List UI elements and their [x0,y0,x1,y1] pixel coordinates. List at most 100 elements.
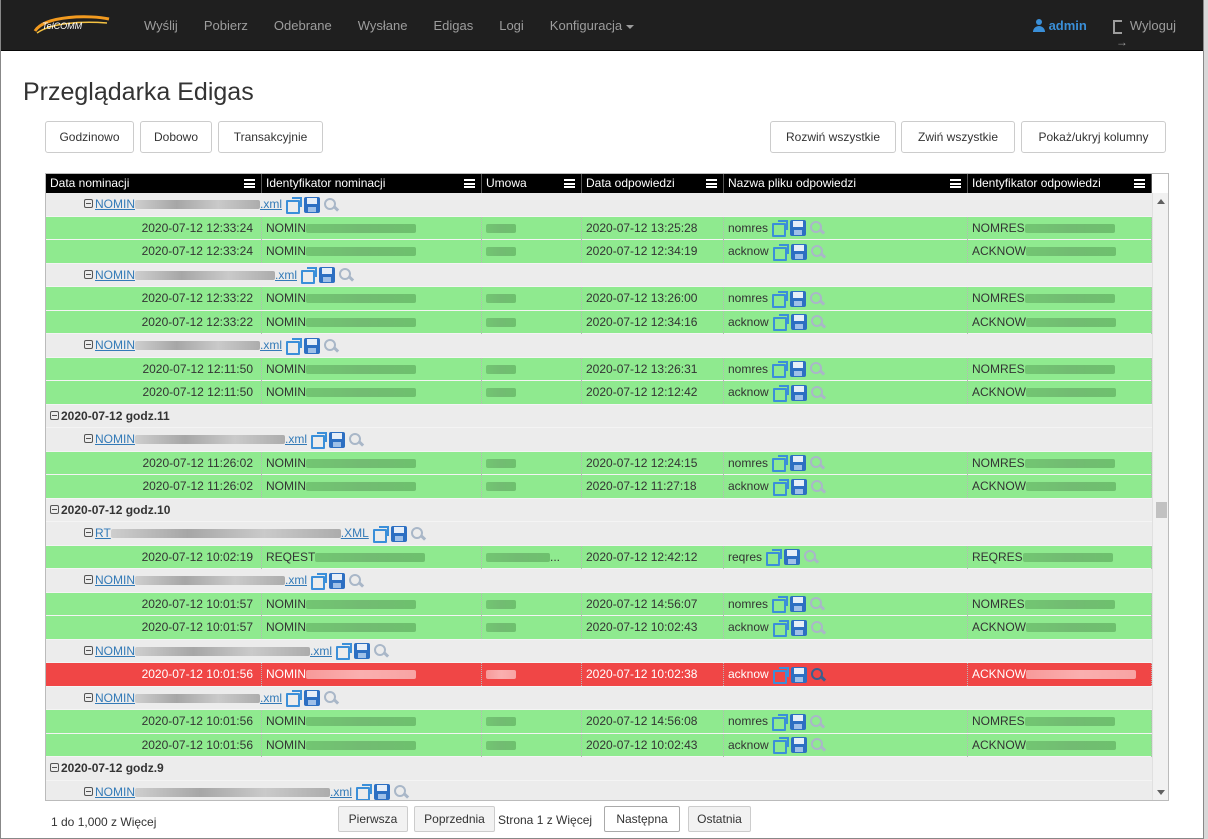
save-icon[interactable] [790,666,807,683]
collapse-icon[interactable] [50,410,59,420]
daily-button[interactable]: Dobowo [140,121,212,153]
external-link-icon[interactable] [335,643,352,661]
group-row[interactable]: 2020-07-12 godz.9 [46,757,1152,781]
menu-icon[interactable] [706,179,717,188]
external-link-icon[interactable] [765,549,783,567]
collapse-icon[interactable] [84,528,93,538]
save-icon[interactable] [304,690,320,707]
external-link-icon[interactable] [771,220,789,238]
nomination-file-link[interactable]: NOMIN .xml [95,691,282,705]
table-row[interactable]: 2020-07-12 10:01:57 NOMIN 2020-07-12 14:56… [46,592,1152,616]
save-icon[interactable] [304,196,320,213]
external-link-icon[interactable] [771,290,789,308]
menu-icon[interactable] [244,179,255,188]
save-icon[interactable] [304,337,320,354]
save-icon[interactable] [790,243,807,260]
save-icon[interactable] [790,290,807,307]
external-link-icon[interactable] [771,361,789,379]
nav-edigas[interactable]: Edigas [420,0,486,51]
collapse-icon[interactable] [84,692,93,702]
external-link-icon[interactable] [772,737,789,755]
external-link-icon[interactable] [772,314,789,332]
save-icon[interactable] [390,525,407,542]
table-row[interactable]: 2020-07-12 10:01:56 NOMIN 2020-07-12 14:56… [46,710,1152,734]
nomination-file-link[interactable]: NOMIN .xml [95,338,282,352]
file-group-row[interactable]: NOMIN .xml [46,639,1152,663]
nomination-file-link[interactable]: RT .XML [95,526,369,540]
next-page-button[interactable]: Następna [604,806,680,832]
search-icon[interactable] [810,667,826,683]
logout-link[interactable]: Wyloguj [1100,0,1189,68]
external-link-icon[interactable] [285,690,302,708]
col-header-nomination-date[interactable]: Data nominacji [46,174,262,193]
file-group-row[interactable]: NOMIN .xml [46,193,1152,217]
external-link-icon[interactable] [771,455,789,473]
table-row[interactable]: 2020-07-12 11:26:02 NOMIN 2020-07-12 12:24… [46,451,1152,475]
external-link-icon[interactable] [310,431,327,449]
external-link-icon[interactable] [772,243,789,261]
external-link-icon[interactable] [300,267,317,285]
save-icon[interactable] [790,361,807,378]
first-page-button[interactable]: Pierwsza [338,806,408,832]
table-row[interactable]: 2020-07-12 10:01:56 NOMIN 2020-07-12 10:02… [46,733,1152,757]
window-scrollbar[interactable] [1204,0,1208,839]
save-icon[interactable] [790,314,807,331]
file-group-row[interactable]: NOMIN .xml [46,569,1152,593]
search-icon[interactable] [809,596,825,612]
last-page-button[interactable]: Ostatnia [688,806,751,832]
collapse-icon[interactable] [84,340,93,350]
scroll-down-icon[interactable] [1157,790,1165,795]
external-link-icon[interactable] [771,713,789,731]
nav-konfiguracja-dropdown[interactable]: Konfiguracja [537,0,647,51]
file-group-row[interactable]: NOMIN .xml [46,780,1152,800]
table-row[interactable]: 2020-07-12 12:33:24 NOMIN 2020-07-12 13:25… [46,216,1152,240]
search-icon[interactable] [323,197,339,213]
save-icon[interactable] [329,572,345,589]
search-icon[interactable] [810,244,826,260]
collapse-all-button[interactable]: Zwiń wszystkie [901,121,1015,153]
external-link-icon[interactable] [772,619,789,637]
table-row[interactable]: 2020-07-12 10:01:57 NOMIN 2020-07-12 10:02… [46,616,1152,640]
search-icon[interactable] [810,479,826,495]
nomination-file-link[interactable]: NOMIN .xml [95,432,307,446]
toggle-columns-button[interactable]: Pokaż/ukryj kolumny [1021,121,1166,153]
file-group-row[interactable]: NOMIN .xml [46,686,1152,710]
collapse-icon[interactable] [50,763,59,773]
save-icon[interactable] [790,384,807,401]
expand-all-button[interactable]: Rozwiń wszystkie [770,121,896,153]
table-row[interactable]: 2020-07-12 12:11:50 NOMIN 2020-07-12 13:26… [46,357,1152,381]
grid-scrollbar[interactable] [1152,193,1168,800]
hourly-button[interactable]: Godzinowo [45,121,134,153]
nomination-file-link[interactable]: NOMIN .xml [95,573,307,587]
search-icon[interactable] [348,432,364,448]
external-link-icon[interactable] [772,478,789,496]
menu-icon[interactable] [950,179,961,188]
nav-wyslane[interactable]: Wysłane [345,0,421,51]
collapse-icon[interactable] [84,199,93,209]
save-icon[interactable] [784,549,801,566]
collapse-icon[interactable] [84,575,93,585]
scroll-thumb[interactable] [1156,502,1167,518]
search-icon[interactable] [810,737,826,753]
scroll-up-icon[interactable] [1157,199,1165,204]
collapse-icon[interactable] [84,645,93,655]
save-icon[interactable] [790,737,807,754]
external-link-icon[interactable] [310,572,327,590]
nav-logi[interactable]: Logi [486,0,537,51]
table-row[interactable]: 2020-07-12 12:33:22 NOMIN 2020-07-12 13:26… [46,287,1152,311]
search-icon[interactable] [809,291,825,307]
external-link-icon[interactable] [771,596,789,614]
save-icon[interactable] [790,455,807,472]
search-icon[interactable] [338,267,354,283]
col-header-nomination-id[interactable]: Identyfikator nominacji [262,174,482,193]
col-header-response-file[interactable]: Nazwa pliku odpowiedzi [724,174,968,193]
save-icon[interactable] [790,596,807,613]
file-group-row[interactable]: NOMIN .xml [46,428,1152,452]
search-icon[interactable] [810,385,826,401]
group-row[interactable]: 2020-07-12 godz.10 [46,498,1152,522]
external-link-icon[interactable] [355,784,372,800]
collapse-icon[interactable] [84,434,93,444]
col-header-contract[interactable]: Umowa [482,174,582,193]
transactional-button[interactable]: Transakcyjnie [218,121,323,153]
collapse-icon[interactable] [50,504,59,514]
